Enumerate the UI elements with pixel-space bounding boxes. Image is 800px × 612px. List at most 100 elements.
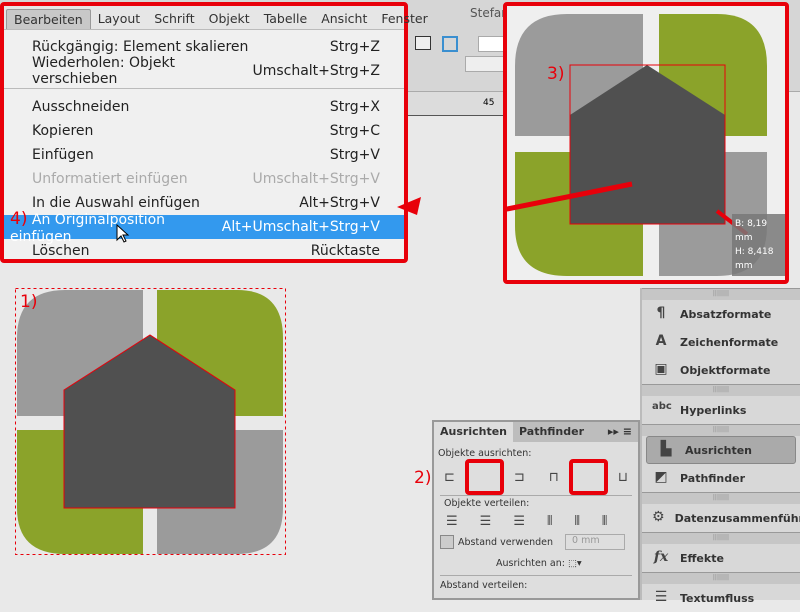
label: Zeichenformate	[680, 335, 779, 349]
step-label: 2)	[414, 468, 432, 488]
menu-bar: Bearbeiten Layout Schrift Objekt Tabelle…	[4, 6, 428, 30]
distribute-left-icon[interactable]: ⫴	[547, 514, 552, 529]
panel-item-zeichenformate[interactable]: A Zeichenformate	[642, 328, 800, 356]
label: Unformatiert einfügen	[32, 171, 188, 187]
size-tooltip: B: 8,19 mm H: 8,418 mm	[732, 214, 785, 276]
separator	[4, 88, 404, 89]
label: Kopieren	[32, 123, 94, 139]
menu-ansicht[interactable]: Ansicht	[314, 9, 374, 29]
panel-item-effekte[interactable]: fx Effekte	[642, 544, 800, 572]
grip[interactable]: ||||||||	[642, 532, 800, 544]
menu-item-paste-in-place[interactable]: 4) An Originalposition einfügen Alt+Umsch…	[4, 209, 404, 245]
label: Pathfinder	[680, 471, 746, 485]
align-panel: Ausrichten Pathfinder ▸▸ ≡ Objekte ausri…	[432, 420, 640, 600]
distribute-bottom-icon[interactable]: ☰	[513, 514, 525, 529]
label: Einfügen	[32, 147, 94, 163]
menu-tabelle[interactable]: Tabelle	[257, 9, 315, 29]
grip[interactable]: ||||||||	[642, 424, 800, 436]
tab-ausrichten[interactable]: Ausrichten	[434, 422, 513, 442]
shortcut: Strg+C	[329, 123, 380, 139]
label: Wiederholen: Objekt verschieben	[32, 55, 176, 87]
text-wrap-icon: ☰	[654, 589, 668, 605]
panel-item-textumfluss[interactable]: ☰ Textumfluss	[642, 584, 800, 612]
shortcut: Umschalt+Strg+Z	[252, 63, 380, 79]
grip[interactable]: ||||||||	[642, 288, 800, 300]
label: Effekte	[680, 551, 724, 565]
align-to-row: Ausrichten an: ⬚▾	[440, 552, 632, 576]
step-label: 1)	[20, 292, 38, 312]
label: Abstand verwenden	[458, 536, 553, 548]
shortcut: Strg+Z	[329, 39, 380, 55]
align-left-icon[interactable]: ⊏	[444, 470, 455, 485]
align-right-icon[interactable]: ⊐	[514, 470, 525, 485]
align-top-icon[interactable]: ⊓	[549, 470, 559, 485]
panel-item-objektformate[interactable]: ▣ Objektformate	[642, 356, 800, 384]
paragraph-styles-icon: ¶	[656, 305, 666, 321]
hyperlinks-icon: abc	[652, 401, 672, 412]
menu-fenster[interactable]: Fenster	[374, 9, 434, 29]
label: Ausschneiden	[32, 99, 130, 115]
menu-item-cut[interactable]: Ausschneiden Strg+X	[4, 95, 404, 119]
align-icon: ▙	[660, 441, 672, 457]
panel-item-pathfinder[interactable]: ◩ Pathfinder	[642, 464, 800, 492]
menu-bearbeiten[interactable]: Bearbeiten	[6, 9, 91, 29]
menu-item-copy[interactable]: Kopieren Strg+C	[4, 119, 404, 143]
shortcut: Alt+Strg+V	[299, 195, 380, 211]
step-label: 3)	[547, 64, 565, 84]
menu-item-paste[interactable]: Einfügen Strg+V	[4, 143, 404, 167]
panel-item-datenzusammenfuehrung[interactable]: ⚙ Datenzusammenführung	[642, 504, 800, 532]
data-merge-icon: ⚙	[652, 509, 665, 525]
edit-menu: Bearbeiten Layout Schrift Objekt Tabelle…	[0, 2, 428, 263]
label: Rückgängig: Element skalieren	[32, 39, 249, 55]
align-vertical-center-button[interactable]	[568, 459, 608, 495]
label: Textumfluss	[680, 591, 755, 605]
label: Löschen	[32, 243, 90, 259]
shortcut: Umschalt+Strg+V	[252, 171, 380, 187]
align-bottom-icon[interactable]: ⊔	[618, 470, 628, 485]
shortcut: Strg+X	[329, 99, 380, 115]
panel-item-hyperlinks[interactable]: abc Hyperlinks	[642, 396, 800, 424]
menu-layout[interactable]: Layout	[91, 9, 148, 29]
effects-icon: fx	[653, 549, 669, 565]
frame-fit-icon[interactable]	[415, 36, 431, 50]
label: Ausrichten	[685, 443, 752, 457]
panel-item-absatzformate[interactable]: ¶ Absatzformate	[642, 300, 800, 328]
distribute-right-icon[interactable]: ⫴	[602, 514, 607, 529]
menu-item-redo[interactable]: Wiederholen: Objekt verschieben Umschalt+…	[4, 55, 404, 87]
ruler-label: 45	[483, 98, 495, 108]
character-styles-icon: A	[655, 333, 667, 349]
logo-graphic	[15, 288, 286, 555]
grip[interactable]: ||||||||	[642, 492, 800, 504]
label: Datenzusammenführung	[674, 511, 800, 525]
panel-item-ausrichten[interactable]: ▙ Ausrichten	[646, 436, 796, 464]
cursor-icon	[116, 224, 130, 243]
step-label: 4)	[10, 209, 28, 229]
horizontal-ruler: 45	[405, 92, 515, 116]
menu-objekt[interactable]: Objekt	[202, 9, 257, 29]
pathfinder-icon: ◩	[654, 469, 668, 485]
spacing-input[interactable]: 0 mm	[565, 534, 625, 550]
tab-pathfinder[interactable]: Pathfinder	[513, 422, 590, 442]
distribute-buttons: ☰ ☰ ☰ ⫴ ⫴ ⫴	[434, 511, 638, 532]
arrow-icon	[397, 197, 421, 215]
zoom-detail-view: 3) B: 8,19 mm H: 8,418 mm	[503, 2, 789, 284]
align-buttons: ⊏ ⊐ ⊓ ⊔	[434, 459, 638, 495]
distribute-hcenter-icon[interactable]: ⫴	[574, 514, 579, 529]
menu-schrift[interactable]: Schrift	[147, 9, 201, 29]
panel-menu-icon[interactable]: ▸▸ ≡	[602, 422, 638, 442]
align-horizontal-center-button[interactable]	[464, 459, 504, 495]
object-styles-icon: ▣	[654, 361, 668, 377]
section-label: Abstand verteilen:	[440, 580, 528, 591]
distribute-top-icon[interactable]: ☰	[446, 514, 458, 529]
distribute-vcenter-icon[interactable]: ☰	[480, 514, 492, 529]
width-readout: B: 8,19 mm	[735, 219, 768, 243]
use-spacing-checkbox[interactable]	[440, 535, 454, 549]
grip[interactable]: ||||||||	[642, 384, 800, 396]
stroke-dropdown[interactable]	[465, 56, 505, 72]
align-to-dropdown[interactable]: ⬚▾	[568, 558, 582, 569]
grip[interactable]: ||||||||	[642, 572, 800, 584]
shortcut: Strg+V	[329, 147, 380, 163]
align-panel-tabs: Ausrichten Pathfinder ▸▸ ≡	[434, 422, 638, 442]
reference-point-icon[interactable]	[442, 36, 458, 52]
logo-artwork[interactable]: 1)	[15, 288, 287, 560]
